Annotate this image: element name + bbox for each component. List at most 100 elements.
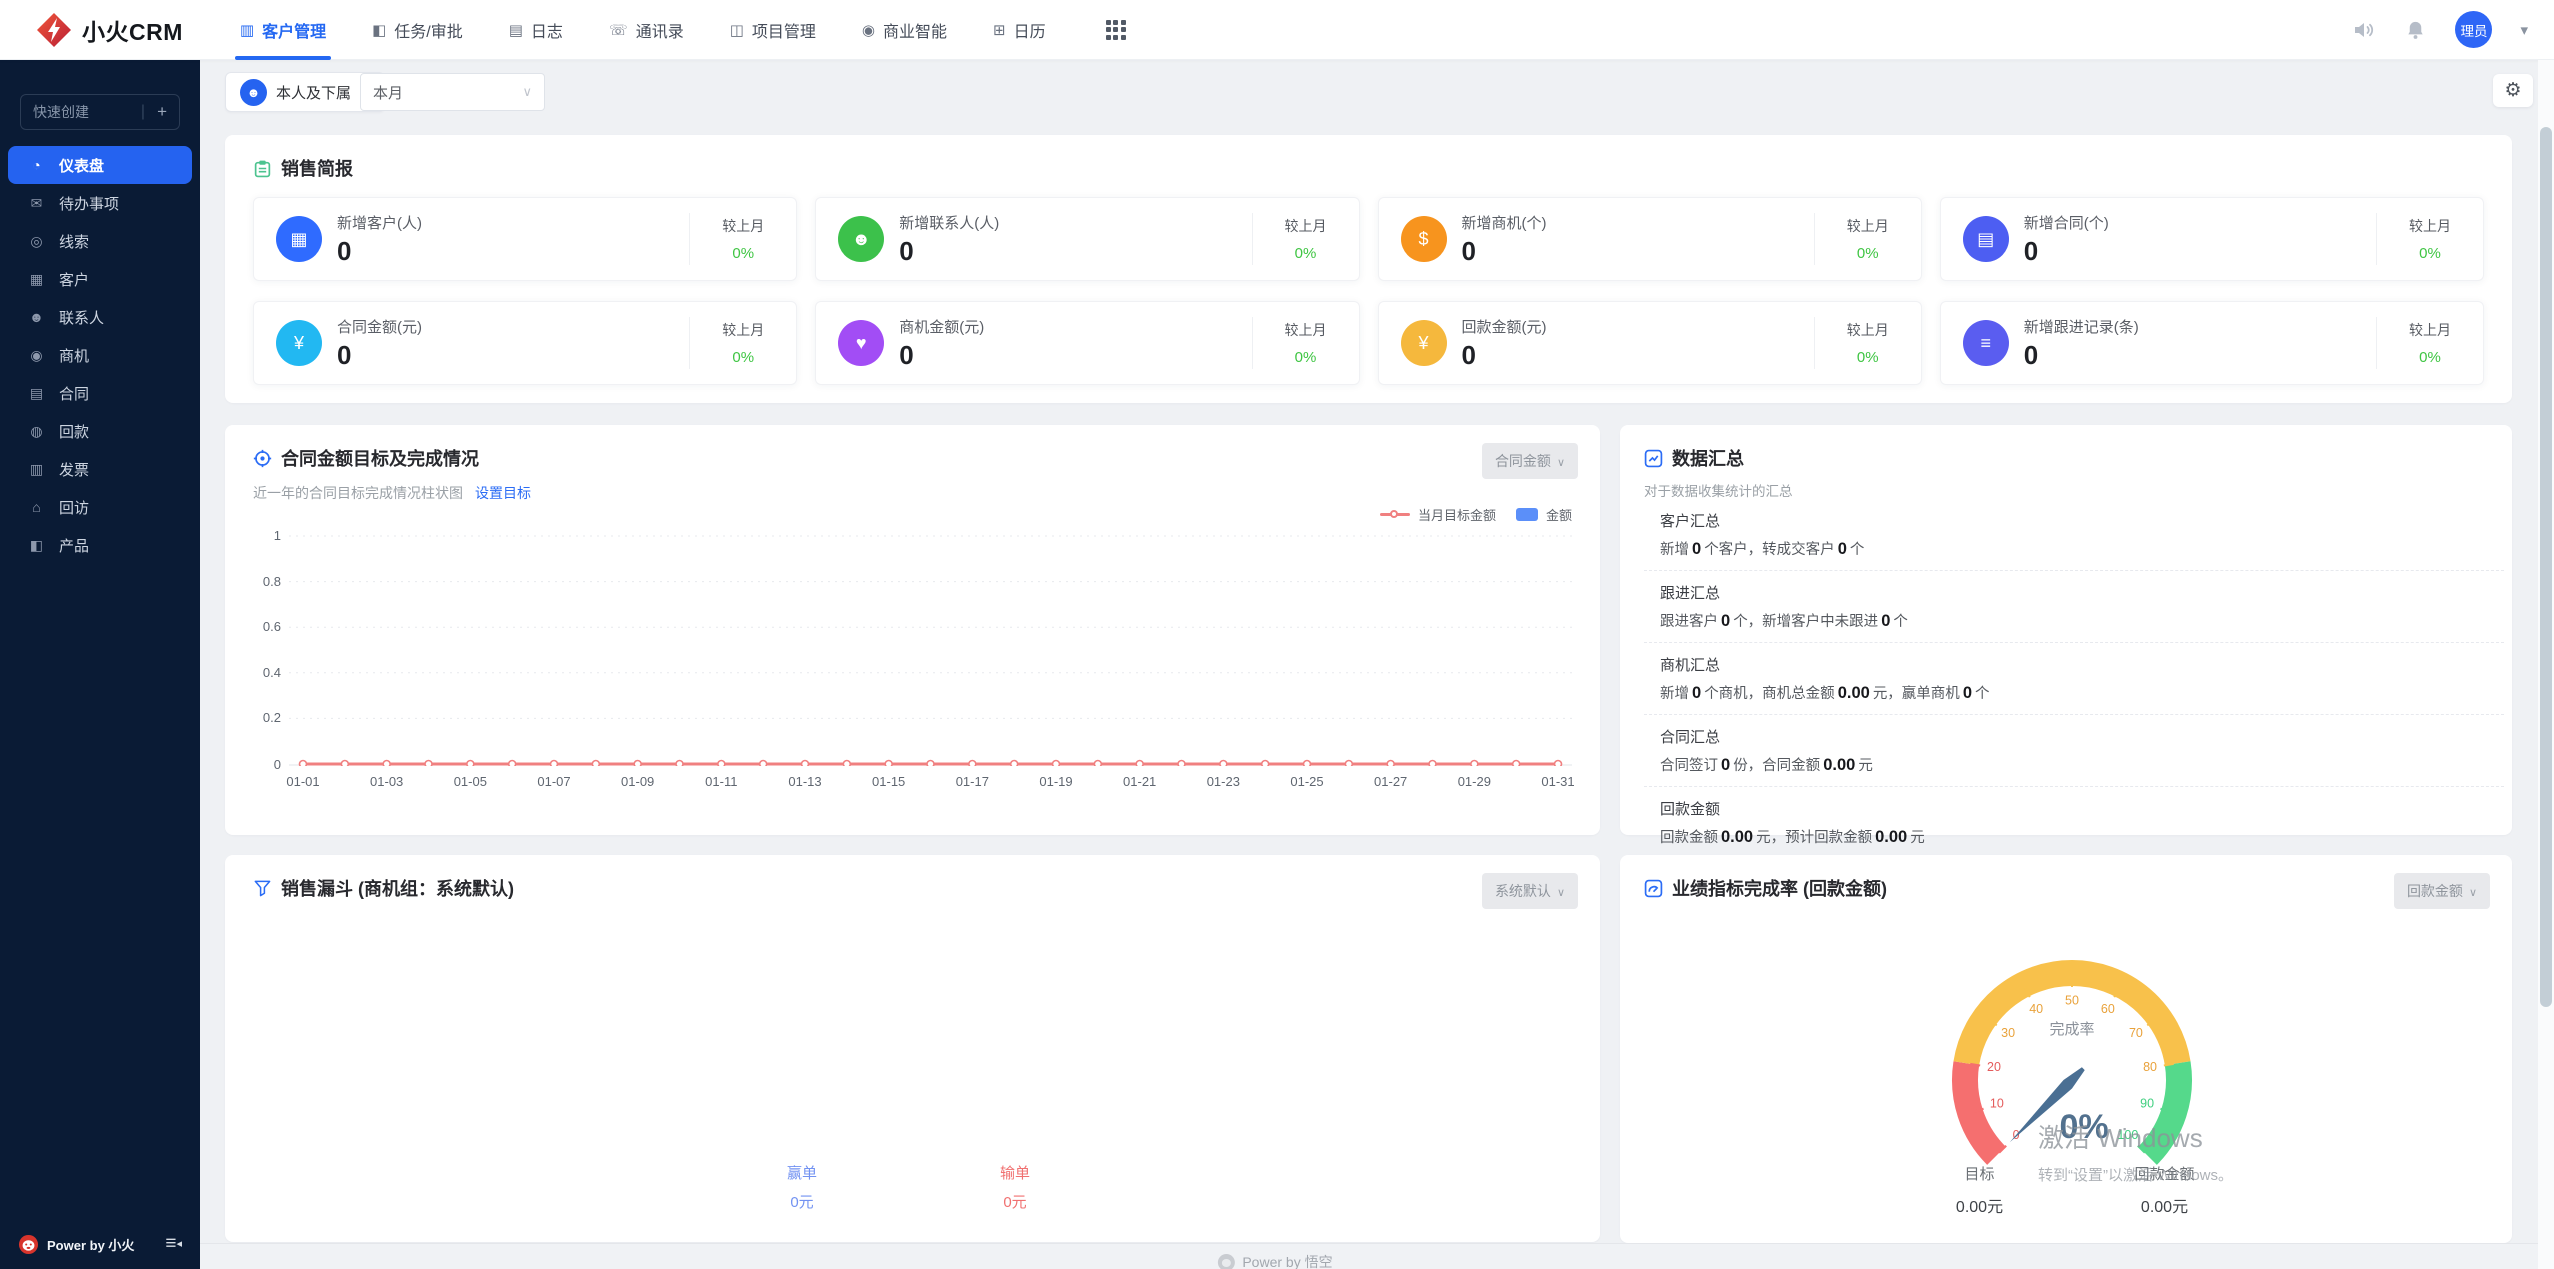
section-title: 业绩指标完成率 (回款金额) <box>1672 875 1887 901</box>
set-target-link[interactable]: 设置目标 <box>475 483 531 503</box>
compare-value: 0% <box>2399 245 2461 262</box>
sidebar-menu: ◔仪表盘 ✉待办事项 ◎线索 ▦客户 ☻联系人 ◉商机 ▤合同 ◍回款 ▥发票 … <box>0 146 200 564</box>
sidebar-label: 商机 <box>59 345 89 366</box>
win-value: 0元 <box>742 1191 862 1212</box>
dashboard-settings-button[interactable]: ⚙ <box>2493 74 2533 107</box>
sidebar-label: 发票 <box>59 459 89 480</box>
compare-value: 0% <box>1275 349 1337 366</box>
notes-icon: ≡ <box>1963 320 2009 366</box>
stat-label: 新增客户(人) <box>337 212 689 233</box>
sidebar-label: 回款 <box>59 421 89 442</box>
bell-icon[interactable] <box>2404 18 2427 42</box>
summary-section-title: 合同汇总 <box>1660 726 2488 747</box>
sidebar-item-revisits[interactable]: ⌂回访 <box>0 488 200 526</box>
compare-label: 较上月 <box>2399 216 2461 236</box>
y-axis-labels: 00.20.40.60.81 <box>253 534 289 766</box>
app-logo[interactable]: 小火CRM <box>0 12 217 48</box>
user-avatar[interactable]: 理员 <box>2455 11 2492 48</box>
scrollbar-thumb[interactable] <box>2540 127 2552 1007</box>
compare-value: 0% <box>712 349 774 366</box>
journal-icon: ▤ <box>509 21 523 39</box>
stat-grid: ▦新增客户(人)0较上月0% ☻新增联系人(人)0较上月0% $新增商机(个)0… <box>253 197 2484 385</box>
project-mgmt-icon: ◫ <box>730 21 744 39</box>
metric-dropdown[interactable]: 合同金额∨ <box>1482 443 1578 479</box>
compare-label: 较上月 <box>1275 320 1337 340</box>
logo-flame-icon <box>36 12 72 48</box>
dollar-icon: $ <box>1401 216 1447 262</box>
sales-brief-card: 销售简报 ▦新增客户(人)0较上月0% ☻新增联系人(人)0较上月0% $新增商… <box>225 135 2512 403</box>
nav-label: 客户管理 <box>262 18 326 42</box>
legend-label: 当月目标金额 <box>1418 505 1496 524</box>
dashed-divider <box>1644 786 2504 787</box>
sidebar-item-opportunities[interactable]: ◉ 商机 <box>0 336 200 374</box>
sidebar-footer-text: Power by 小火 <box>47 1235 134 1254</box>
compare-label: 较上月 <box>1837 216 1899 236</box>
dollar-coin-icon: ◉ <box>28 347 45 364</box>
sidebar-label: 回访 <box>59 497 89 518</box>
stat-card-opportunity-amount: ♥商机金额(元)0较上月0% <box>815 301 1359 385</box>
footer-text: Power by 悟空 <box>1242 1252 1332 1269</box>
nav-item-contacts-book[interactable]: ☏通讯录 <box>586 0 707 60</box>
sidebar-item-dashboard[interactable]: ◔仪表盘 <box>8 146 192 184</box>
sidebar-item-customers[interactable]: ▦客户 <box>0 260 200 298</box>
plus-icon[interactable]: + <box>157 102 167 122</box>
sidebar-label: 合同 <box>59 383 89 404</box>
svg-text:40: 40 <box>2029 1002 2043 1016</box>
dashed-divider <box>1644 642 2504 643</box>
money-bag-icon: ◍ <box>28 423 45 440</box>
nav-item-customer-mgmt[interactable]: ▥客户管理 <box>217 0 349 60</box>
nav-item-journal[interactable]: ▤日志 <box>486 0 586 60</box>
nav-item-business-intel[interactable]: ◉商业智能 <box>839 0 970 60</box>
sidebar-item-todo[interactable]: ✉ 待办事项 <box>0 184 200 222</box>
nav-label: 项目管理 <box>752 18 816 42</box>
page-scrollbar[interactable] <box>2538 60 2554 1269</box>
svg-text:90: 90 <box>2140 1097 2154 1111</box>
building-icon: ▦ <box>28 271 45 288</box>
svg-text:70: 70 <box>2129 1026 2143 1040</box>
sidebar-label: 待办事项 <box>59 193 119 214</box>
win-label: 赢单 <box>787 1165 817 1182</box>
funnel-group-dropdown[interactable]: 系统默认∨ <box>1482 873 1578 909</box>
sidebar-item-invoices[interactable]: ▥发票 <box>0 450 200 488</box>
top-nav: 小火CRM ▥客户管理 ◧任务/审批 ▤日志 ☏通讯录 ◫项目管理 ◉商业智能 … <box>0 0 2554 60</box>
sidebar-item-contracts[interactable]: ▤合同 <box>0 374 200 412</box>
watermark-line2: 转到“设置”以激活 Windows。 <box>2038 1164 2233 1185</box>
heart-hand-icon: ♥ <box>838 320 884 366</box>
nav-label: 日历 <box>1014 18 1046 42</box>
sidebar-item-products[interactable]: ◧产品 <box>0 526 200 564</box>
svg-text:50: 50 <box>2065 993 2079 1007</box>
gauge-metric-dropdown[interactable]: 回款金额∨ <box>2394 873 2490 909</box>
summary-section-line: 跟进客户0个，新增客户中未跟进0个 <box>1660 610 2488 631</box>
quick-create-input[interactable]: 快速创建 | + <box>20 94 180 130</box>
nav-item-apps[interactable] <box>1069 0 1149 60</box>
box-icon: ◧ <box>28 537 45 554</box>
summary-sections: 客户汇总 新增0个客户，转成交客户0个 跟进汇总 跟进客户0个，新增客户中未跟进… <box>1644 510 2488 847</box>
stat-value: 0 <box>337 236 689 267</box>
period-select[interactable]: 本月 ∨ <box>360 73 545 111</box>
dashed-divider <box>1644 570 2504 571</box>
stat-value: 0 <box>899 340 1251 371</box>
stat-value: 0 <box>2024 340 2376 371</box>
speaker-icon[interactable] <box>2352 18 2376 42</box>
windows-activation-watermark: 激活 Windows 转到“设置”以激活 Windows。 <box>2038 1118 2233 1185</box>
chevron-down-icon[interactable]: ▾ <box>2520 21 2528 39</box>
collapse-menu-icon[interactable]: ≡◂ <box>165 1233 182 1255</box>
sidebar-item-payments[interactable]: ◍ 回款 <box>0 412 200 450</box>
message-icon: ✉ <box>28 195 45 212</box>
sidebar-item-leads[interactable]: ◎线索 <box>0 222 200 260</box>
stat-card-payment-amount: ¥回款金额(元)0较上月0% <box>1378 301 1922 385</box>
stat-value: 0 <box>1462 340 1814 371</box>
watermark-line1: 激活 Windows <box>2038 1118 2233 1155</box>
stat-card-contract-amount: ¥合同金额(元)0较上月0% <box>253 301 797 385</box>
nav-item-project-mgmt[interactable]: ◫ 项目管理 <box>707 0 839 60</box>
summary-section-line: 合同签订0份，合同金额0.00元 <box>1660 754 2488 775</box>
summary-section-line: 回款金额0.00元，预计回款金额0.00元 <box>1660 826 2488 847</box>
funnel-win-stat: 赢单 0元 <box>742 1162 862 1212</box>
sidebar-item-contacts[interactable]: ☻联系人 <box>0 298 200 336</box>
nav-item-calendar[interactable]: ⊞日历 <box>970 0 1069 60</box>
nav-item-tasks-approval[interactable]: ◧任务/审批 <box>349 0 486 60</box>
building-icon: ▦ <box>276 216 322 262</box>
stat-value: 0 <box>337 340 689 371</box>
summary-section-payments: 回款金额 回款金额0.00元，预计回款金额0.00元 <box>1660 798 2488 847</box>
target-line-chart: 00.20.40.60.81 <box>253 534 1572 766</box>
